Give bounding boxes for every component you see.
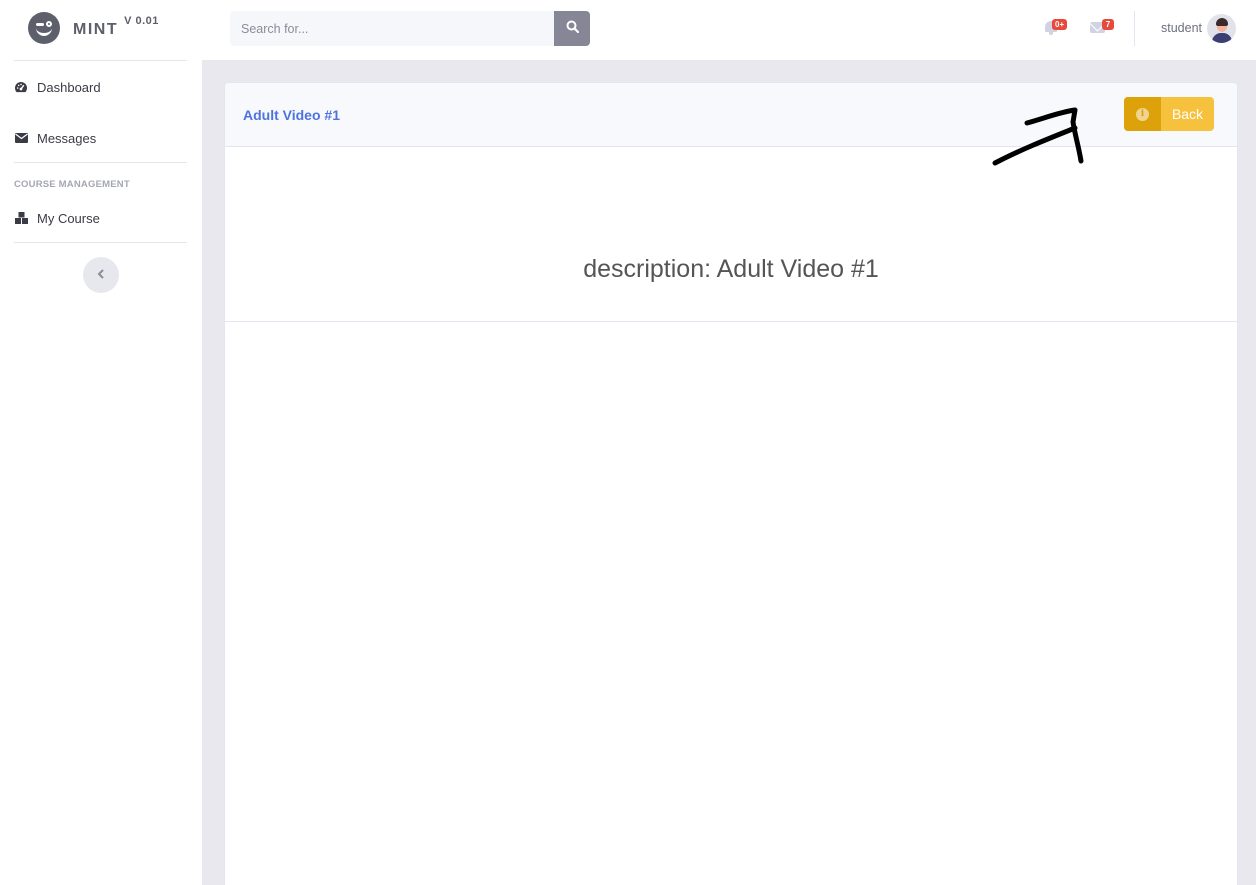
avatar[interactable]	[1207, 14, 1236, 43]
card-divider	[225, 321, 1237, 322]
video-card: Adult Video #1 i Back description: Adult…	[224, 82, 1238, 885]
logo-icon	[28, 12, 60, 44]
brand-name: MINT	[73, 21, 119, 38]
tachometer-icon	[14, 80, 28, 94]
search-bar	[230, 11, 590, 46]
topbar-divider	[1134, 11, 1135, 46]
sidebar-item-label: Dashboard	[37, 79, 101, 95]
brand[interactable]: MINT V 0.01	[28, 12, 159, 46]
brand-version: V 0.01	[124, 15, 159, 27]
user-name[interactable]: student	[1161, 21, 1202, 35]
sidebar-divider	[14, 162, 187, 163]
description-text: description: Adult Video #1	[583, 255, 879, 283]
messages-count-badge: 7	[1102, 19, 1114, 30]
chevron-left-icon	[97, 268, 105, 282]
topbar: 0+ 7 student	[202, 0, 1256, 60]
sidebar-heading: COURSE MANAGEMENT	[14, 179, 130, 190]
sidebar-divider	[14, 60, 187, 61]
sidebar-item-label: Messages	[37, 130, 97, 146]
info-icon: i	[1124, 97, 1161, 131]
sidebar-item-my-course[interactable]: My Course	[14, 207, 187, 229]
card-title: Adult Video #1	[243, 107, 340, 123]
search-button[interactable]	[554, 11, 590, 46]
search-input[interactable]	[230, 11, 554, 46]
sidebar-item-dashboard[interactable]: Dashboard	[14, 76, 187, 98]
card-header: Adult Video #1 i Back	[225, 83, 1237, 147]
sidebar: MINT V 0.01 Dashboard Messages COURSE MA…	[0, 0, 202, 885]
sidebar-item-label: My Course	[37, 210, 100, 226]
back-button[interactable]: i Back	[1124, 97, 1214, 131]
cubes-icon	[14, 211, 28, 225]
back-button-label: Back	[1171, 106, 1204, 122]
sidebar-toggle-button[interactable]	[83, 257, 119, 293]
sidebar-divider	[14, 242, 187, 243]
envelope-icon	[14, 131, 28, 145]
alerts-count-badge: 0+	[1052, 19, 1068, 30]
sidebar-item-messages[interactable]: Messages	[14, 127, 187, 149]
search-icon	[566, 20, 579, 38]
